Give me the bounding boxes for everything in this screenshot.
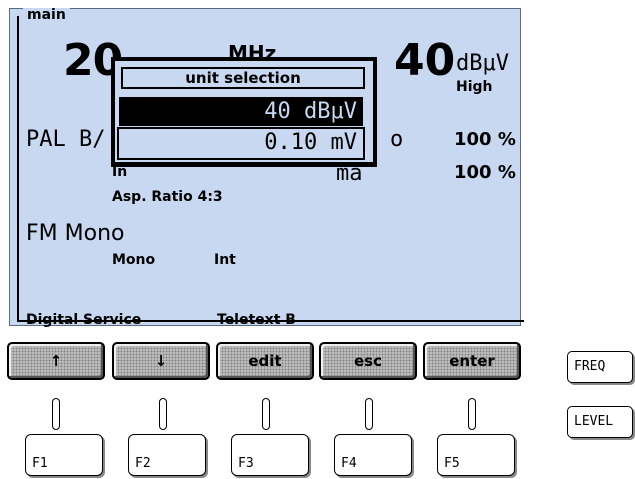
panel-title: main xyxy=(23,8,70,22)
digital-service-label: Digital Service xyxy=(26,312,142,328)
down-arrow-softkey[interactable]: ↓ xyxy=(112,342,210,380)
unit-option-selected[interactable]: 40 dBμV xyxy=(119,97,363,126)
freq-key[interactable]: FREQ xyxy=(567,351,633,383)
key-connector xyxy=(365,398,373,430)
fm-source: Int xyxy=(214,252,236,268)
level-unit: dBμV xyxy=(456,51,509,76)
esc-softkey[interactable]: esc xyxy=(319,342,417,380)
f4-key[interactable]: F4 xyxy=(334,434,412,476)
f2-key[interactable]: F2 xyxy=(128,434,206,476)
key-connector xyxy=(52,398,60,430)
unit-selection-popup: unit selection 40 dBμV 0.10 mV xyxy=(111,57,377,167)
aspect-ratio: Asp. Ratio 4:3 xyxy=(112,189,223,205)
tv-standard: PAL B/ xyxy=(26,127,106,152)
lcd-screen: main 20 MHz 40 dBμV High PAL B/ o 100 % … xyxy=(9,8,524,328)
f5-key[interactable]: F5 xyxy=(437,434,515,476)
softkey-bar: ↑ ↓ edit esc enter xyxy=(7,342,525,382)
level-mode: High xyxy=(456,79,493,95)
enter-softkey[interactable]: enter xyxy=(423,342,521,380)
edit-softkey[interactable]: edit xyxy=(216,342,314,380)
level-key[interactable]: LEVEL xyxy=(567,406,633,438)
f3-key[interactable]: F3 xyxy=(231,434,309,476)
digital-service-value: Teletext B xyxy=(217,312,296,328)
key-connector xyxy=(468,398,476,430)
fm-mode: Mono xyxy=(112,252,156,268)
f1-key[interactable]: F1 xyxy=(25,434,103,476)
key-connector xyxy=(159,398,167,430)
chroma-value: 100 % xyxy=(454,162,516,183)
fm-title: FM Mono xyxy=(26,221,125,246)
unit-option[interactable]: 0.10 mV xyxy=(117,127,365,160)
up-arrow-softkey[interactable]: ↑ xyxy=(7,342,105,380)
video-value: 100 % xyxy=(454,129,516,150)
level-value: 40 xyxy=(394,35,456,86)
video-label: o xyxy=(390,127,404,152)
key-connector xyxy=(262,398,270,430)
popup-title: unit selection xyxy=(121,67,365,89)
